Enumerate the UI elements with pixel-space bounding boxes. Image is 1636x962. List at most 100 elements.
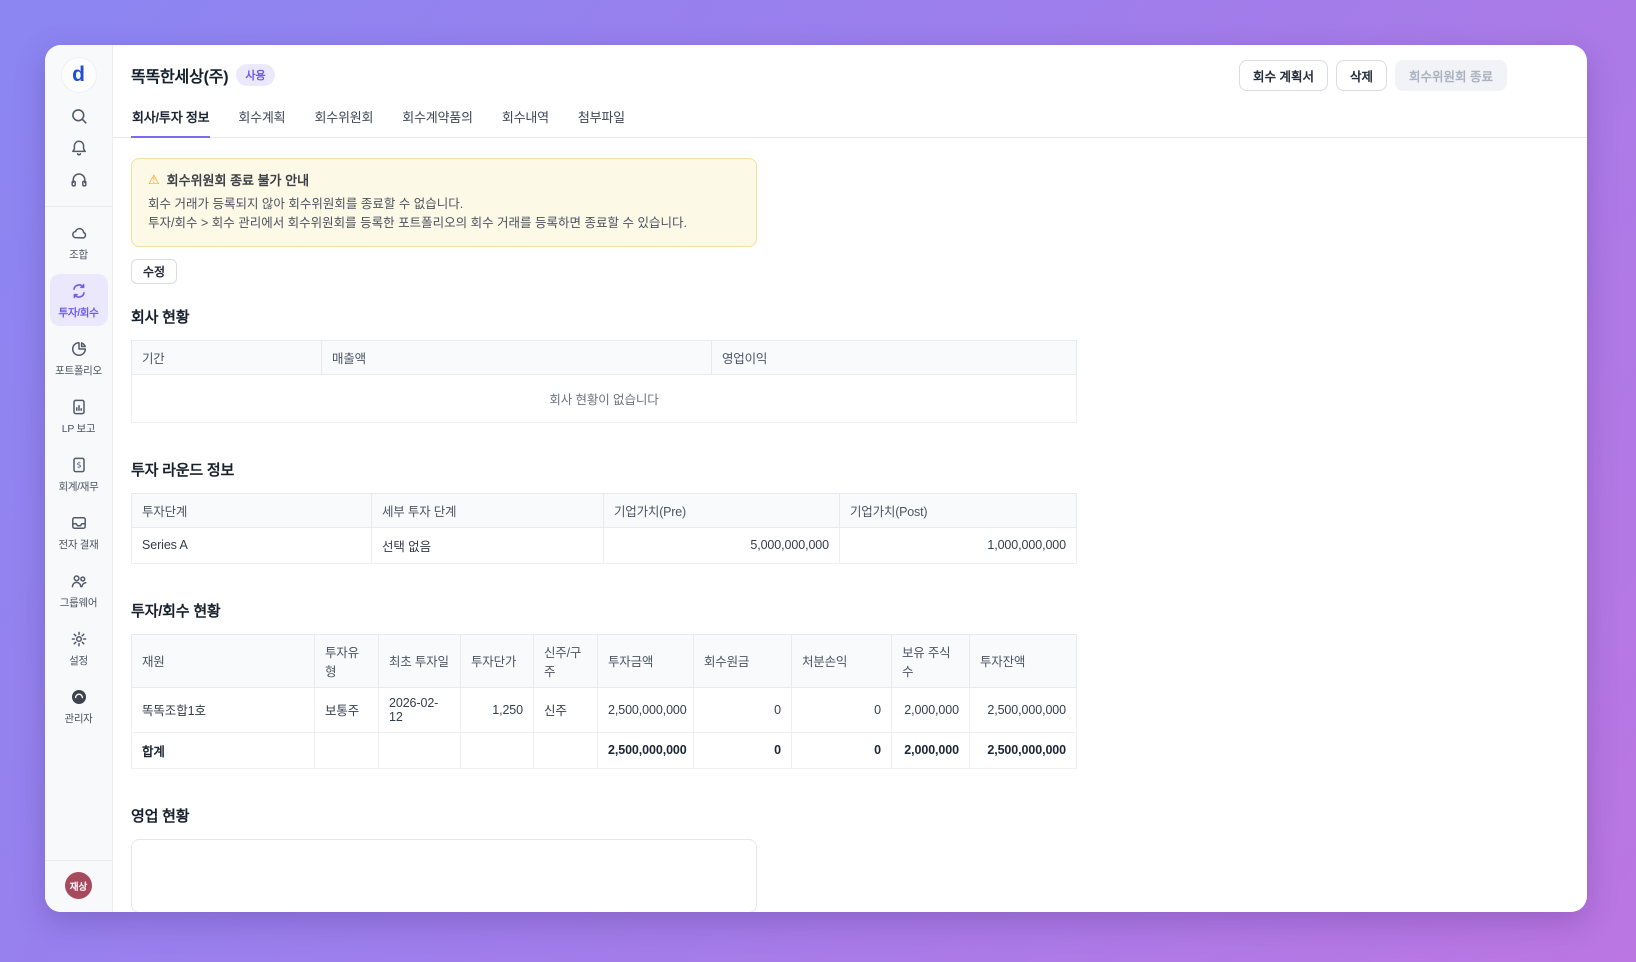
gear-icon	[69, 629, 89, 649]
app-window: d 조합 투자/회수 포트폴리오 LP 보고 $ 회계/재무 전자 결재 그룹웨…	[45, 45, 1587, 912]
cell-disposal-pl: 0	[791, 686, 892, 733]
table-header-row: 재원 투자유형 최초 투자일 투자단가 신주/구주 투자금액 회수원금 처분손익…	[131, 633, 1077, 688]
column-header: 최초 투자일	[378, 633, 461, 688]
table-total-row: 합계 2,500,000,000 0 0 2,000,000 2,500,000…	[131, 731, 1077, 769]
table-row: Series A 선택 없음 5,000,000,000 1,000,000,0…	[131, 526, 1077, 564]
sidebar-item-e-approval[interactable]: 전자 결재	[50, 506, 108, 558]
table-header-row: 투자단계 세부 투자 단계 기업가치(Pre) 기업가치(Post)	[131, 492, 1077, 528]
cell-invest-balance: 2,500,000,000	[969, 686, 1077, 733]
notice-line-1: 회수 거래가 등록되지 않아 회수위원회를 종료할 수 없습니다.	[148, 197, 464, 211]
recovery-plan-doc-button[interactable]: 회수 계획서	[1239, 59, 1328, 91]
table-row: 똑똑조합1호 보통주 2026-02-12 1,250 신주 2,500,000…	[131, 686, 1077, 733]
cell-first-invest-date: 2026-02-12	[378, 686, 461, 733]
warning-icon: ⚠	[148, 171, 160, 187]
sidebar-item-portfolio[interactable]: 포트폴리오	[50, 332, 108, 384]
column-header: 투자유형	[314, 633, 379, 688]
invest-recovery-status-title: 투자/회수 현황	[131, 602, 221, 620]
notice-banner: ⚠ 회수위원회 종료 불가 안내 회수 거래가 등록되지 않아 회수위원회를 종…	[131, 158, 757, 247]
cell-valuation-pre: 5,000,000,000	[603, 526, 840, 564]
notice-title: ⚠ 회수위원회 종료 불가 안내	[148, 170, 740, 189]
union-fund-icon	[69, 223, 89, 243]
close-committee-button[interactable]: 회수위원회 종료	[1395, 59, 1507, 91]
column-header: 보유 주식 수	[891, 633, 970, 688]
main-content: 똑똑한세상(주) 사용 회수 계획서 삭제 회수위원회 종료 회사/투자 정보 …	[113, 45, 1587, 912]
cell-share-type: 신주	[533, 686, 598, 733]
sidebar-item-label: 투자/회수	[58, 307, 99, 319]
page-header: 똑똑한세상(주) 사용 회수 계획서 삭제 회수위원회 종료	[131, 59, 1563, 91]
table-header-row: 기간 매출액 영업이익	[131, 339, 1077, 375]
cell-invest-type: 보통주	[314, 686, 379, 733]
notice-title-text: 회수위원회 종료 불가 안내	[166, 173, 310, 188]
sidebar-item-settings[interactable]: 설정	[50, 622, 108, 674]
cell-fund-name: 똑똑조합1호	[131, 686, 315, 733]
empty-state-text: 회사 현황이 없습니다	[131, 373, 1077, 423]
user-avatar[interactable]: 재상	[65, 872, 92, 899]
notice-line-2: 투자/회수 > 회수 관리에서 회수위원회를 등록한 포트폴리오의 회수 거래를…	[148, 216, 687, 231]
finance-document-icon: $	[69, 455, 89, 475]
cell-total-invest-amount: 2,500,000,000	[597, 731, 694, 769]
sidebar-divider	[45, 206, 113, 207]
cell-valuation-post: 1,000,000,000	[839, 526, 1077, 564]
column-header: 영업이익	[711, 339, 1077, 375]
svg-text:$: $	[76, 461, 81, 470]
search-icon[interactable]	[62, 101, 96, 131]
sidebar-item-label: 관리자	[64, 713, 93, 725]
page-title: 똑똑한세상(주)	[131, 69, 229, 86]
pie-chart-icon	[69, 339, 89, 359]
cell-total-recovered-principal: 0	[693, 731, 792, 769]
column-header: 기업가치(Post)	[839, 492, 1077, 528]
header-actions: 회수 계획서 삭제 회수위원회 종료	[1239, 59, 1507, 91]
tab-attachments[interactable]: 첨부파일	[577, 101, 626, 137]
sidebar-item-lp-report[interactable]: LP 보고	[50, 390, 108, 442]
cell-total-invest-balance: 2,500,000,000	[969, 731, 1077, 769]
invest-recovery-icon	[69, 281, 89, 301]
cell-invest-stage: Series A	[131, 526, 372, 564]
sidebar-item-label: LP 보고	[61, 423, 96, 435]
desktop-background: { "window": { "logo": "d", "title": "똑똑한…	[0, 0, 1636, 962]
column-header: 세부 투자 단계	[371, 492, 604, 528]
support-headset-icon[interactable]	[62, 165, 96, 195]
column-header: 투자잔액	[969, 633, 1077, 688]
column-header: 재원	[131, 633, 315, 688]
column-header: 투자단가	[460, 633, 534, 688]
edit-button[interactable]: 수정	[131, 258, 178, 284]
notice-body: 회수 거래가 등록되지 않아 회수위원회를 종료할 수 없습니다. 투자/회수 …	[148, 195, 740, 234]
sales-status-title: 영업 현황	[131, 807, 190, 825]
column-header: 투자금액	[597, 633, 694, 688]
sidebar-item-label: 설정	[69, 655, 88, 667]
cell-total-label: 합계	[131, 731, 315, 769]
cell-shares-held: 2,000,000	[891, 686, 970, 733]
sidebar-item-groupware[interactable]: 그룹웨어	[50, 564, 108, 616]
delete-button[interactable]: 삭제	[1336, 59, 1388, 91]
empty-state-row: 회사 현황이 없습니다	[131, 373, 1077, 423]
sidebar-item-admin[interactable]: 관리자	[50, 680, 108, 732]
sidebar-item-union[interactable]: 조합	[50, 216, 108, 268]
status-badge: 사용	[236, 64, 275, 86]
tab-recovery-plan[interactable]: 회수계획	[237, 101, 286, 137]
invest-recovery-table: 재원 투자유형 최초 투자일 투자단가 신주/구주 투자금액 회수원금 처분손익…	[131, 633, 1077, 769]
sidebar-item-label: 포트폴리오	[55, 365, 102, 377]
tab-company-invest-info[interactable]: 회사/투자 정보	[131, 101, 211, 138]
sidebar-item-label: 전자 결재	[58, 539, 99, 551]
notifications-bell-icon[interactable]	[62, 133, 96, 163]
column-header: 신주/구주	[533, 633, 598, 688]
sidebar-footer: 재상	[45, 860, 113, 912]
column-header: 기간	[131, 339, 322, 375]
admin-icon	[69, 687, 89, 707]
app-logo[interactable]: d	[61, 58, 96, 92]
people-icon	[69, 571, 89, 591]
cell-recovered-principal: 0	[693, 686, 792, 733]
company-status-table: 기간 매출액 영업이익 회사 현황이 없습니다	[131, 339, 1077, 423]
tab-recovery-history[interactable]: 회수내역	[501, 101, 550, 137]
column-header: 회수원금	[693, 633, 792, 688]
tab-recovery-contract-approval[interactable]: 회수계약품의	[401, 101, 474, 137]
sidebar-item-accounting[interactable]: $ 회계/재무	[50, 448, 108, 500]
cell-total-shares-held: 2,000,000	[891, 731, 970, 769]
column-header: 투자단계	[131, 492, 372, 528]
report-document-icon	[69, 397, 89, 417]
sales-status-box	[131, 838, 757, 912]
sidebar-item-invest-recovery[interactable]: 투자/회수	[49, 274, 108, 326]
cell-total-disposal-pl: 0	[791, 731, 892, 769]
company-status-title: 회사 현황	[131, 308, 190, 326]
tab-recovery-committee[interactable]: 회수위원회	[313, 101, 374, 137]
